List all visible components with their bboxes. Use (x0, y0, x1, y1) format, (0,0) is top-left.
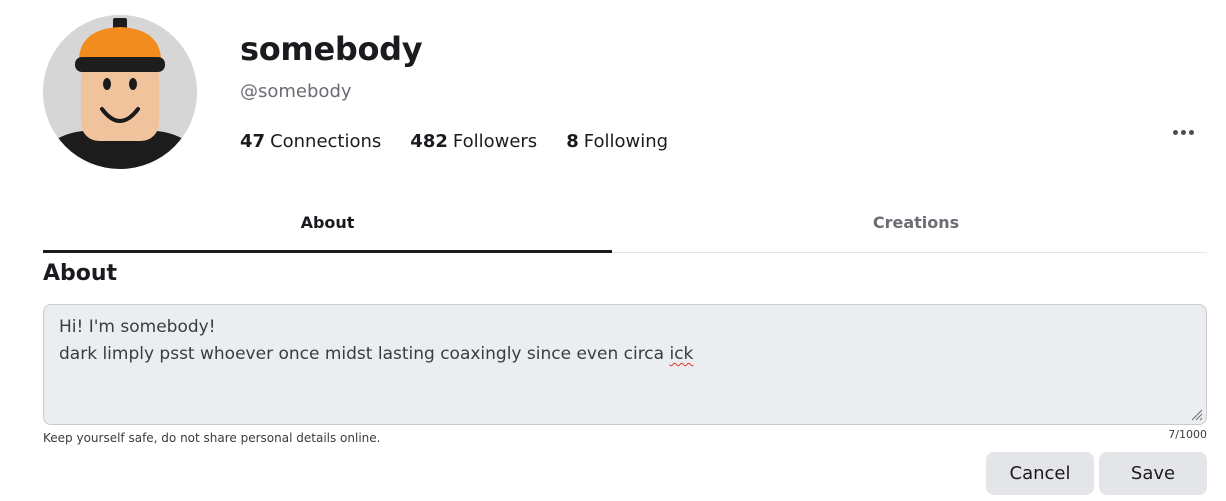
about-textarea[interactable]: Hi! I'm somebody! dark limply psst whoev… (43, 304, 1207, 425)
cancel-button[interactable]: Cancel (986, 452, 1094, 495)
stat-following[interactable]: 8 Following (566, 131, 668, 152)
profile-stats: 47 Connections 482 Followers 8 Following (240, 131, 697, 152)
display-name: somebody (240, 30, 423, 68)
stat-followers[interactable]: 482 Followers (410, 131, 537, 152)
safety-note: Keep yourself safe, do not share persona… (43, 431, 381, 445)
more-options-button[interactable] (1168, 120, 1198, 144)
resize-grip-icon[interactable] (1190, 408, 1203, 421)
following-label: Following (583, 131, 669, 152)
connections-label: Connections (270, 131, 382, 152)
about-text-line: dark limply psst whoever once midst last… (59, 341, 1191, 368)
followers-label: Followers (452, 131, 538, 152)
followers-count: 482 (410, 131, 448, 152)
tab-about[interactable]: About (43, 192, 612, 252)
avatar (43, 15, 197, 169)
about-text-segment: dark limply psst whoever once midst last… (59, 344, 670, 364)
connections-count: 47 (240, 131, 266, 152)
profile-tabs: About Creations (43, 192, 1207, 253)
avatar-image (43, 15, 197, 169)
more-horizontal-icon (1172, 129, 1178, 135)
following-count: 8 (566, 131, 579, 152)
character-count: 7/1000 (1168, 428, 1207, 441)
misspelled-word: ick (669, 344, 694, 364)
save-button[interactable]: Save (1099, 452, 1207, 495)
about-text-line: Hi! I'm somebody! (59, 317, 216, 337)
stat-connections[interactable]: 47 Connections (240, 131, 381, 152)
about-heading: About (43, 261, 118, 286)
tab-creations[interactable]: Creations (625, 192, 1207, 252)
username-handle: @somebody (240, 81, 352, 102)
active-tab-indicator (43, 250, 612, 253)
